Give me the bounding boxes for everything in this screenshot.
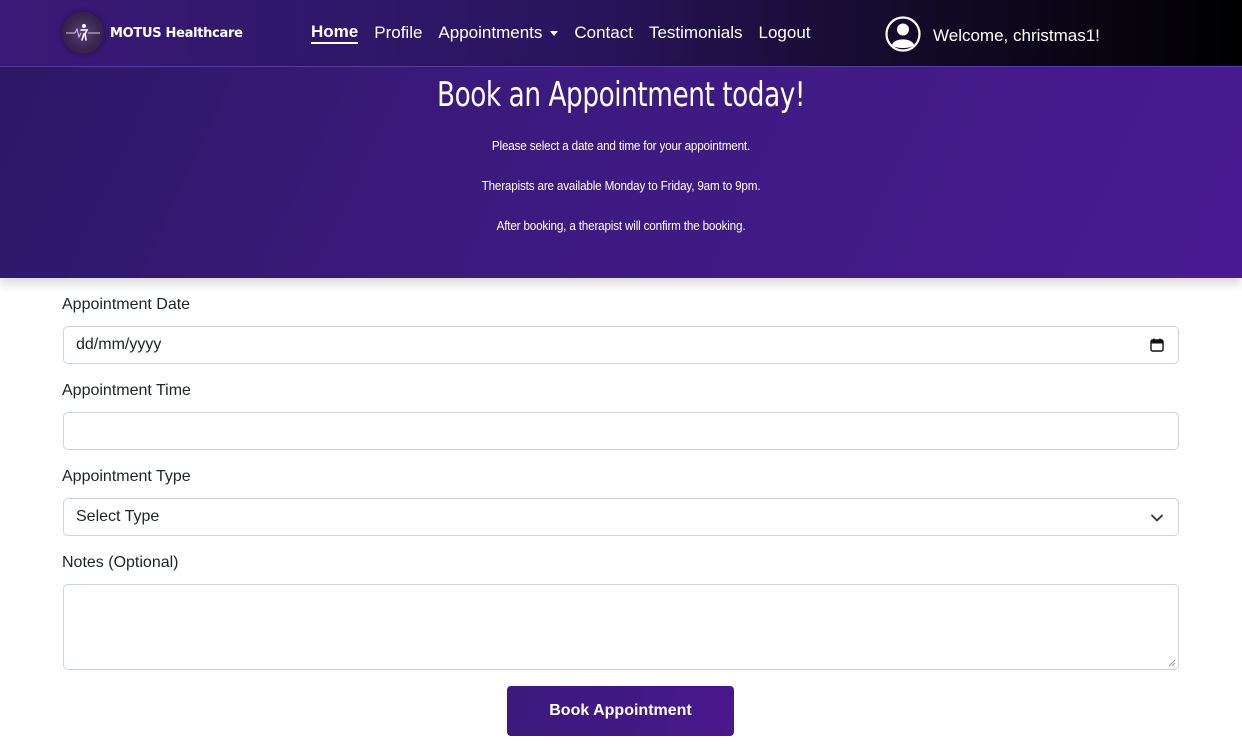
hero-banner: Book an Appointment today! Please select… bbox=[0, 67, 1242, 278]
date-input[interactable]: dd/mm/yyyy bbox=[63, 326, 1179, 364]
hero-line-availability: Therapists are available Monday to Frida… bbox=[481, 178, 761, 193]
nav-appointments-dropdown[interactable]: Appointments bbox=[438, 22, 559, 44]
nav-links: Home Profile Appointments Contact Testim… bbox=[311, 22, 827, 44]
type-label: Appointment Type bbox=[62, 468, 191, 485]
brand-name: MOTUS Healthcare bbox=[110, 25, 243, 41]
time-label: Appointment Time bbox=[62, 382, 191, 399]
hero-line-confirmation: After booking, a therapist will confirm … bbox=[496, 218, 746, 233]
time-input[interactable] bbox=[63, 412, 1179, 450]
type-selected-value: Select Type bbox=[76, 508, 160, 525]
calendar-icon[interactable] bbox=[1150, 338, 1164, 352]
page-title: Book an Appointment today! bbox=[436, 75, 806, 115]
date-placeholder: dd/mm/yyyy bbox=[76, 336, 162, 353]
resize-handle-icon[interactable] bbox=[1168, 659, 1176, 667]
caret-down-icon bbox=[550, 30, 559, 36]
nav-profile-link[interactable]: Profile bbox=[374, 22, 422, 44]
brand[interactable]: MOTUS Healthcare bbox=[62, 12, 243, 54]
brand-logo-icon bbox=[62, 12, 104, 54]
chevron-down-icon bbox=[1151, 514, 1163, 522]
user-area: Welcome, christmas1! bbox=[885, 16, 1100, 52]
type-select[interactable]: Select Type bbox=[63, 498, 1179, 536]
nav-testimonials-link[interactable]: Testimonials bbox=[649, 22, 743, 44]
nav-appointments-label: Appointments bbox=[438, 23, 543, 42]
nav-contact-link[interactable]: Contact bbox=[574, 22, 633, 44]
book-appointment-button[interactable]: Book Appointment bbox=[507, 686, 734, 736]
date-label: Appointment Date bbox=[62, 296, 191, 313]
user-circle-icon[interactable] bbox=[885, 16, 921, 52]
welcome-text: Welcome, christmas1! bbox=[933, 26, 1100, 45]
nav-logout-link[interactable]: Logout bbox=[759, 22, 811, 44]
notes-textarea[interactable] bbox=[63, 584, 1179, 670]
hero-line-date-time: Please select a date and time for your a… bbox=[491, 138, 751, 153]
navbar: MOTUS Healthcare Home Profile Appointmen… bbox=[0, 0, 1242, 67]
notes-label: Notes (Optional) bbox=[62, 554, 179, 571]
nav-home-link[interactable]: Home bbox=[311, 22, 359, 44]
